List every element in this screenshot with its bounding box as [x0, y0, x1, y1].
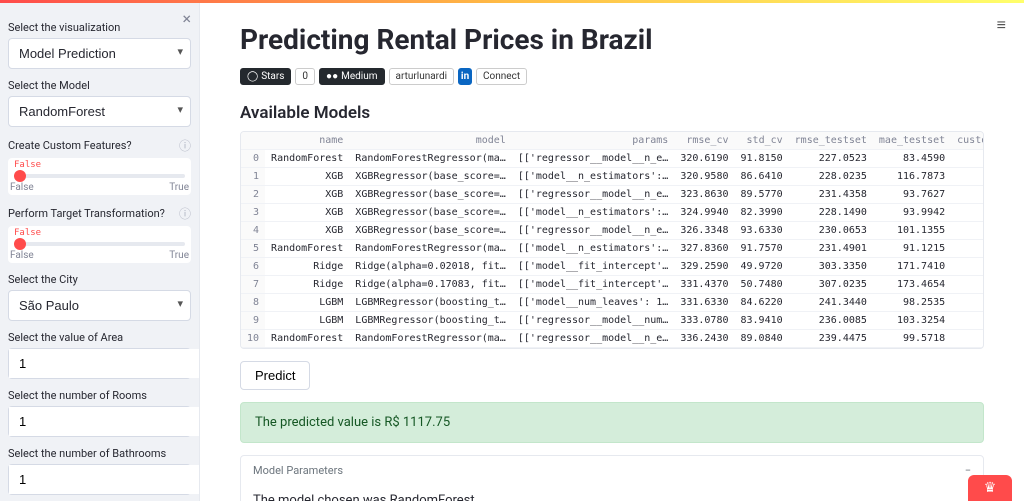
table-row[interactable]: 0RandomForestRandomForestRegressor(ma…[[… [241, 150, 984, 168]
crown-fab[interactable]: ♛ [968, 475, 1012, 501]
area-input[interactable] [9, 349, 200, 378]
table-row[interactable]: 9LGBMLGBMRegressor(boosting_t…[['regress… [241, 312, 984, 330]
hamburger-icon[interactable]: ≡ [997, 15, 1006, 35]
viz-label: Select the visualization [8, 21, 120, 34]
expander-header[interactable]: Model Parameters− [241, 456, 983, 485]
col-header: std_cv [735, 132, 789, 150]
models-table[interactable]: namemodelparamsrmse_cvstd_cvrmse_testset… [240, 131, 984, 349]
col-header [241, 132, 265, 150]
medium-badge[interactable]: ●● Medium [319, 68, 384, 85]
col-header: mae_testset [873, 132, 951, 150]
main-content: ≡ Predicting Rental Prices in Brazil ◯ S… [200, 3, 1024, 501]
col-header: custom_features [951, 132, 984, 150]
col-header: model [349, 132, 512, 150]
model-label: Select the Model [8, 79, 90, 92]
table-row[interactable]: 8LGBMLGBMRegressor(boosting_t…[['model__… [241, 294, 984, 312]
table-row[interactable]: 2XGBXGBRegressor(base_score=…[['regresso… [241, 186, 984, 204]
stars-count: 0 [295, 68, 315, 85]
slider-thumb[interactable] [14, 238, 26, 250]
area-label: Select the value of Area [8, 331, 123, 344]
target-trans-slider[interactable]: False FalseTrue [8, 226, 191, 263]
slider-thumb[interactable] [14, 170, 26, 182]
table-row[interactable]: 4XGBXGBRegressor(base_score=…[['regresso… [241, 222, 984, 240]
model-select[interactable] [8, 96, 191, 127]
author-badge[interactable]: arturlunardi [389, 68, 455, 85]
table-row[interactable]: 3XGBXGBRegressor(base_score=…[['model__n… [241, 204, 984, 222]
table-row[interactable]: 5RandomForestRandomForestRegressor(ma…[[… [241, 240, 984, 258]
sidebar: × Select the visualization Select the Mo… [0, 3, 200, 501]
rooms-input[interactable] [9, 407, 200, 436]
github-badge[interactable]: ◯ Stars [240, 68, 291, 85]
help-icon[interactable]: ⓘ [179, 205, 191, 222]
table-row[interactable]: 7RidgeRidge(alpha=0.17083, fit…[['model_… [241, 276, 984, 294]
linkedin-icon[interactable]: in [458, 68, 472, 85]
col-header: params [512, 132, 675, 150]
page-title: Predicting Rental Prices in Brazil [240, 23, 984, 56]
help-icon[interactable]: ⓘ [179, 137, 191, 154]
col-header: rmse_testset [789, 132, 873, 150]
custom-feat-label: Create Custom Features? [8, 139, 132, 152]
custom-feat-slider[interactable]: False FalseTrue [8, 158, 191, 195]
target-trans-label: Perform Target Transformation? [8, 207, 165, 220]
chosen-model-text: The model chosen was RandomForest. [253, 493, 971, 501]
table-row[interactable]: 6RidgeRidge(alpha=0.02018, fit…[['model_… [241, 258, 984, 276]
success-alert: The predicted value is R$ 1117.75 [240, 402, 984, 443]
viz-select[interactable] [8, 38, 191, 69]
bath-input[interactable] [9, 465, 200, 494]
model-params-expander: Model Parameters− The model chosen was R… [240, 455, 984, 501]
rooms-label: Select the number of Rooms [8, 389, 147, 402]
badges-row: ◯ Stars0 ●● Medium arturlunardi inConnect [240, 68, 984, 85]
close-icon[interactable]: × [182, 9, 191, 28]
connect-badge[interactable]: Connect [476, 68, 527, 85]
table-row[interactable]: 1XGBXGBRegressor(base_score=…[['model__n… [241, 168, 984, 186]
city-select[interactable] [8, 290, 191, 321]
predict-button[interactable]: Predict [240, 361, 310, 390]
col-header: name [265, 132, 349, 150]
col-header: rmse_cv [674, 132, 734, 150]
bath-label: Select the number of Bathrooms [8, 447, 166, 460]
city-label: Select the City [8, 273, 78, 286]
table-row[interactable]: 10RandomForestRandomForestRegressor(ma…[… [241, 330, 984, 348]
available-models-heading: Available Models [240, 103, 984, 123]
